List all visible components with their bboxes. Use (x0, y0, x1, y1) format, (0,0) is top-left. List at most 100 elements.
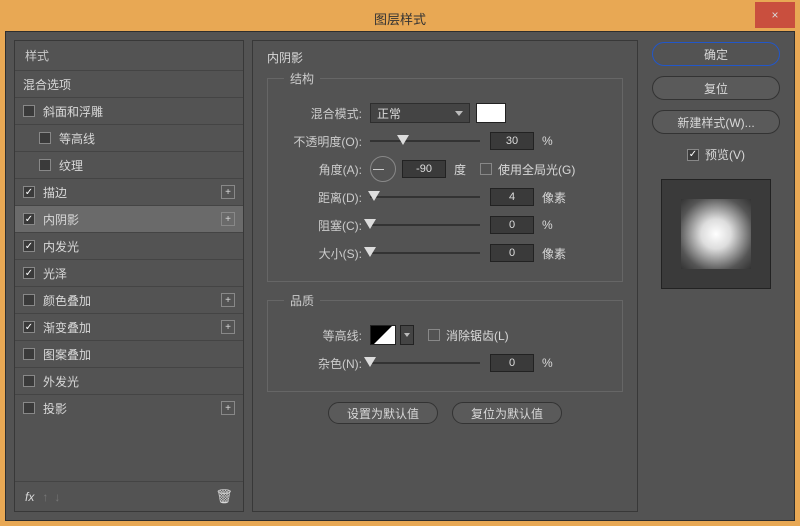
cancel-button[interactable]: 复位 (652, 76, 780, 100)
opacity-input[interactable] (490, 132, 534, 150)
blend-mode-label: 混合模式: (284, 105, 362, 122)
styles-sidebar: 样式 混合选项斜面和浮雕等高线纹理描边+内阴影+内发光光泽颜色叠加+渐变叠加+图… (14, 40, 244, 512)
opacity-unit: % (542, 134, 553, 148)
choke-label: 阻塞(C): (284, 217, 362, 234)
choke-input[interactable] (490, 216, 534, 234)
structure-legend: 结构 (284, 70, 320, 87)
style-label: 内发光 (43, 238, 79, 255)
style-label: 混合选项 (23, 76, 71, 93)
main-panel: 内阴影 结构 混合模式: 正常 不透明度(O): % 角度(A): (252, 40, 638, 512)
preview-swatch (681, 199, 751, 269)
trash-icon[interactable]: 🗑 (215, 488, 233, 505)
reset-default-button[interactable]: 复位为默认值 (452, 402, 562, 424)
style-checkbox[interactable] (23, 375, 35, 387)
size-input[interactable] (490, 244, 534, 262)
style-checkbox[interactable] (23, 348, 35, 360)
style-label: 内阴影 (43, 211, 79, 228)
angle-unit: 度 (454, 161, 466, 178)
style-label: 描边 (43, 184, 67, 201)
style-checkbox[interactable] (23, 186, 35, 198)
add-effect-icon[interactable]: + (221, 212, 235, 226)
color-swatch[interactable] (476, 103, 506, 123)
make-default-button[interactable]: 设置为默认值 (328, 402, 438, 424)
ok-button[interactable]: 确定 (652, 42, 780, 66)
style-checkbox[interactable] (23, 267, 35, 279)
preview-box (661, 179, 771, 289)
noise-label: 杂色(N): (284, 355, 362, 372)
arrow-up-icon[interactable]: ↑ (42, 490, 48, 504)
global-light-checkbox[interactable] (480, 163, 492, 175)
style-item-7[interactable]: 光泽 (15, 259, 243, 286)
style-item-8[interactable]: 颜色叠加 + (15, 286, 243, 313)
distance-input[interactable] (490, 188, 534, 206)
style-checkbox[interactable] (23, 321, 35, 333)
structure-group: 结构 混合模式: 正常 不透明度(O): % 角度(A): 度 (267, 70, 623, 282)
style-checkbox[interactable] (39, 132, 51, 144)
contour-picker[interactable] (370, 325, 396, 345)
style-item-10[interactable]: 图案叠加 (15, 340, 243, 367)
close-button[interactable]: × (755, 2, 795, 28)
noise-slider[interactable] (370, 362, 480, 364)
style-item-2[interactable]: 等高线 (15, 124, 243, 151)
noise-input[interactable] (490, 354, 534, 372)
style-item-4[interactable]: 描边 + (15, 178, 243, 205)
add-effect-icon[interactable]: + (221, 320, 235, 334)
choke-unit: % (542, 218, 553, 232)
sidebar-footer: fx ↑ ↓ 🗑 (15, 481, 243, 511)
style-checkbox[interactable] (23, 240, 35, 252)
choke-slider[interactable] (370, 224, 480, 226)
contour-dropdown[interactable] (400, 325, 414, 345)
style-checkbox[interactable] (23, 294, 35, 306)
style-item-3[interactable]: 纹理 (15, 151, 243, 178)
distance-slider[interactable] (370, 196, 480, 198)
panel-title: 内阴影 (267, 49, 623, 66)
style-item-6[interactable]: 内发光 (15, 232, 243, 259)
style-label: 外发光 (43, 373, 79, 390)
fx-menu[interactable]: fx (25, 490, 34, 504)
add-effect-icon[interactable]: + (221, 293, 235, 307)
arrow-down-icon[interactable]: ↓ (54, 490, 60, 504)
preview-toggle[interactable]: 预览(V) (687, 146, 745, 163)
style-item-5[interactable]: 内阴影 + (15, 205, 243, 232)
style-item-1[interactable]: 斜面和浮雕 (15, 97, 243, 124)
style-item-12[interactable]: 投影 + (15, 394, 243, 421)
style-label: 光泽 (43, 265, 67, 282)
angle-input[interactable] (402, 160, 446, 178)
style-checkbox[interactable] (39, 159, 51, 171)
size-slider[interactable] (370, 252, 480, 254)
global-light-label: 使用全局光(G) (498, 161, 575, 178)
new-style-button[interactable]: 新建样式(W)... (652, 110, 780, 134)
window-title: 图层样式 (374, 9, 426, 28)
distance-label: 距离(D): (284, 189, 362, 206)
style-label: 投影 (43, 400, 67, 417)
style-label: 渐变叠加 (43, 319, 91, 336)
add-effect-icon[interactable]: + (221, 401, 235, 415)
style-checkbox[interactable] (23, 402, 35, 414)
style-label: 颜色叠加 (43, 292, 91, 309)
noise-unit: % (542, 356, 553, 370)
close-icon: × (771, 8, 778, 22)
style-label: 纹理 (59, 157, 83, 174)
size-unit: 像素 (542, 245, 566, 262)
style-item-9[interactable]: 渐变叠加 + (15, 313, 243, 340)
antialias-checkbox[interactable] (428, 329, 440, 341)
style-item-0[interactable]: 混合选项 (15, 70, 243, 97)
blend-mode-select[interactable]: 正常 (370, 103, 470, 123)
quality-group: 品质 等高线: 消除锯齿(L) 杂色(N): % (267, 292, 623, 392)
add-effect-icon[interactable]: + (221, 185, 235, 199)
antialias-label: 消除锯齿(L) (446, 327, 509, 344)
style-checkbox[interactable] (23, 105, 35, 117)
angle-dial[interactable] (370, 156, 396, 182)
style-label: 图案叠加 (43, 346, 91, 363)
preview-checkbox[interactable] (687, 149, 699, 161)
opacity-slider[interactable] (370, 140, 480, 142)
style-item-11[interactable]: 外发光 (15, 367, 243, 394)
quality-legend: 品质 (284, 292, 320, 309)
size-label: 大小(S): (284, 245, 362, 262)
titlebar: 图层样式 × (5, 5, 795, 31)
style-label: 斜面和浮雕 (43, 103, 103, 120)
preview-label: 预览(V) (705, 146, 745, 163)
style-checkbox[interactable] (23, 213, 35, 225)
style-label: 等高线 (59, 130, 95, 147)
distance-unit: 像素 (542, 189, 566, 206)
